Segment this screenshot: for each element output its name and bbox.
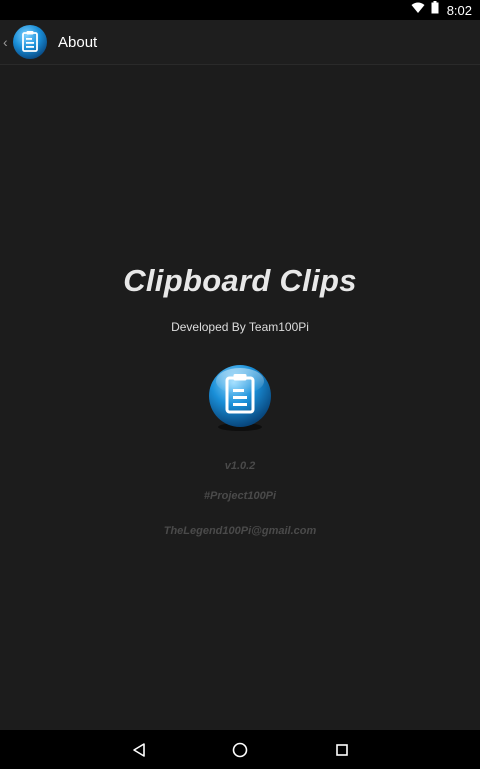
app-name: Clipboard Clips: [123, 263, 357, 298]
clipboard-app-icon[interactable]: [12, 24, 48, 60]
recents-icon[interactable]: [332, 740, 352, 760]
clipboard-logo-icon: [205, 363, 275, 433]
action-bar: ‹ About: [0, 20, 480, 65]
page-title: About: [58, 33, 98, 51]
back-icon[interactable]: [129, 740, 149, 760]
status-time: 8:02: [446, 2, 472, 18]
wifi-icon: [411, 1, 425, 19]
version-label: v1.0.2: [224, 460, 256, 472]
up-navigation-icon[interactable]: ‹: [3, 34, 11, 50]
about-content: Clipboard Clips Developed By Team100Pi v…: [0, 65, 480, 730]
navigation-bar: [0, 730, 480, 769]
status-bar: 8:02: [0, 0, 480, 20]
developer-credit: Developed By Team100Pi: [171, 320, 309, 334]
hashtag-link[interactable]: #Project100Pi: [0, 490, 480, 502]
home-icon[interactable]: [230, 740, 250, 760]
battery-icon: [431, 1, 439, 19]
email-link[interactable]: TheLegend100Pi@gmail.com: [0, 525, 480, 537]
